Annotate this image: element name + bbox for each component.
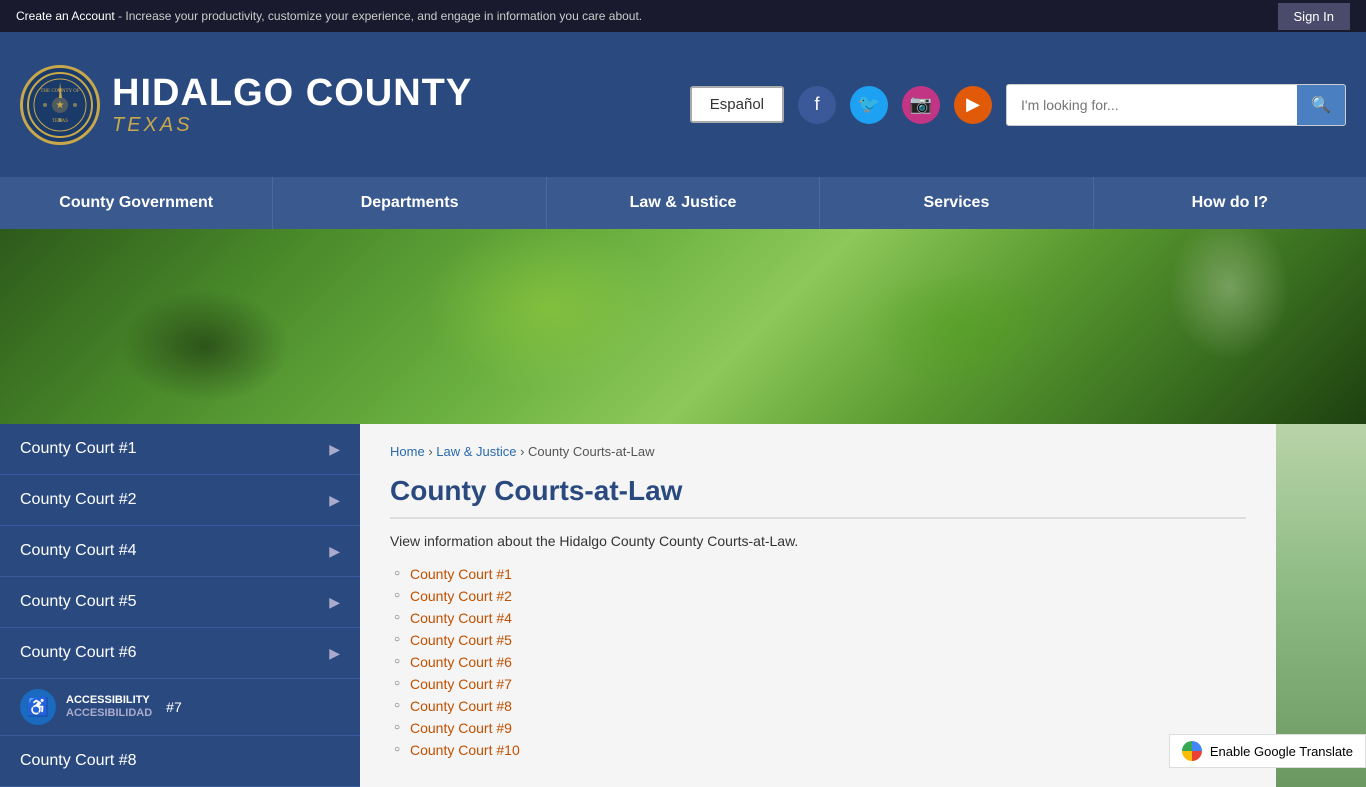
sign-in-button[interactable]: Sign In — [1278, 3, 1350, 30]
chevron-right-icon: ▶ — [329, 441, 340, 458]
chevron-right-icon: ▶ — [329, 543, 340, 560]
logo-text: HIDALGO COUNTY TEXAS — [112, 73, 472, 137]
google-translate-label: Enable Google Translate — [1210, 744, 1353, 759]
court6-link[interactable]: County Court #6 — [410, 654, 512, 670]
sidebar-item-court6[interactable]: County Court #6 ▶ — [0, 628, 360, 679]
chevron-right-icon: ▶ — [329, 594, 340, 611]
court7-label-partial: #7 — [166, 699, 182, 715]
sidebar-item-court4[interactable]: County Court #4 ▶ — [0, 526, 360, 577]
banner-text: Create an Account - Increase your produc… — [16, 9, 642, 23]
accessibility-text: ACCESSIBILITY ACCESIBILIDAD — [66, 694, 152, 720]
court8-link[interactable]: County Court #8 — [410, 698, 512, 714]
sidebar-item-court1[interactable]: County Court #1 ▶ — [0, 424, 360, 475]
list-item: County Court #9 — [390, 717, 1246, 739]
list-item: County Court #8 — [390, 695, 1246, 717]
nav-county-government[interactable]: County Government — [0, 177, 273, 229]
list-item: County Court #1 — [390, 563, 1246, 585]
list-item: County Court #10 — [390, 739, 1246, 761]
search-bar: 🔍 — [1006, 84, 1346, 126]
chevron-right-icon: ▶ — [329, 645, 340, 662]
accessibility-bar[interactable]: ♿ ACCESSIBILITY ACCESIBILIDAD #7 — [0, 679, 360, 736]
sidebar-item-court8[interactable]: County Court #8 — [0, 736, 360, 787]
list-item: County Court #7 — [390, 673, 1246, 695]
header-right: Español f 🐦 📷 ▶ 🔍 — [690, 84, 1346, 126]
court2-link[interactable]: County Court #2 — [410, 588, 512, 604]
chevron-right-icon: ▶ — [329, 492, 340, 509]
page-title: County Courts-at-Law — [390, 475, 1246, 519]
espanol-button[interactable]: Español — [690, 86, 784, 123]
content-area: Home › Law & Justice › County Courts-at-… — [360, 424, 1276, 787]
search-input[interactable] — [1007, 87, 1297, 123]
page-description: View information about the Hidalgo Count… — [390, 533, 1246, 549]
nav-departments[interactable]: Departments — [273, 177, 546, 229]
main-nav: County Government Departments Law & Just… — [0, 177, 1366, 229]
search-button[interactable]: 🔍 — [1297, 85, 1345, 125]
texas-label: TEXAS — [112, 114, 472, 136]
instagram-icon[interactable]: 📷 — [902, 86, 940, 124]
nav-services[interactable]: Services — [820, 177, 1093, 229]
breadcrumb-home[interactable]: Home — [390, 444, 425, 459]
nav-law-justice[interactable]: Law & Justice — [547, 177, 820, 229]
youtube-icon[interactable]: ▶ — [954, 86, 992, 124]
sidebar-item-court2[interactable]: County Court #2 ▶ — [0, 475, 360, 526]
breadcrumb-law-justice[interactable]: Law & Justice — [436, 444, 516, 459]
sidebar-item-court5[interactable]: County Court #5 ▶ — [0, 577, 360, 628]
list-item: County Court #5 — [390, 629, 1246, 651]
court5-link[interactable]: County Court #5 — [410, 632, 512, 648]
accessibility-icon: ♿ — [20, 689, 56, 725]
list-item: County Court #2 — [390, 585, 1246, 607]
nav-how-do-i[interactable]: How do I? — [1094, 177, 1366, 229]
county-seal: THE COUNTY OF TEXAS ★ — [20, 65, 100, 145]
logo-area: THE COUNTY OF TEXAS ★ HIDALGO COUNTY TEX… — [20, 65, 472, 145]
county-name: HIDALGO COUNTY — [112, 73, 472, 115]
court-list: County Court #1 County Court #2 County C… — [390, 563, 1246, 761]
main-layout: County Court #1 ▶ County Court #2 ▶ Coun… — [0, 424, 1366, 787]
right-decoration — [1276, 424, 1366, 787]
hero-image — [0, 229, 1366, 424]
svg-text:★: ★ — [56, 100, 65, 111]
court4-link[interactable]: County Court #4 — [410, 610, 512, 626]
seal-svg: THE COUNTY OF TEXAS ★ — [25, 70, 95, 140]
google-logo-icon — [1182, 741, 1202, 761]
list-item: County Court #4 — [390, 607, 1246, 629]
breadcrumb-current: County Courts-at-Law — [528, 444, 654, 459]
create-account-link[interactable]: Create an Account — [16, 9, 115, 23]
top-banner: Create an Account - Increase your produc… — [0, 0, 1366, 32]
court7-link[interactable]: County Court #7 — [410, 676, 512, 692]
google-translate-bar[interactable]: Enable Google Translate — [1169, 734, 1366, 768]
list-item: County Court #6 — [390, 651, 1246, 673]
header: THE COUNTY OF TEXAS ★ HIDALGO COUNTY TEX… — [0, 32, 1366, 177]
sidebar: County Court #1 ▶ County Court #2 ▶ Coun… — [0, 424, 360, 787]
court10-link[interactable]: County Court #10 — [410, 742, 520, 758]
court9-link[interactable]: County Court #9 — [410, 720, 512, 736]
twitter-icon[interactable]: 🐦 — [850, 86, 888, 124]
breadcrumb: Home › Law & Justice › County Courts-at-… — [390, 444, 1246, 459]
facebook-icon[interactable]: f — [798, 86, 836, 124]
court1-link[interactable]: County Court #1 — [410, 566, 512, 582]
